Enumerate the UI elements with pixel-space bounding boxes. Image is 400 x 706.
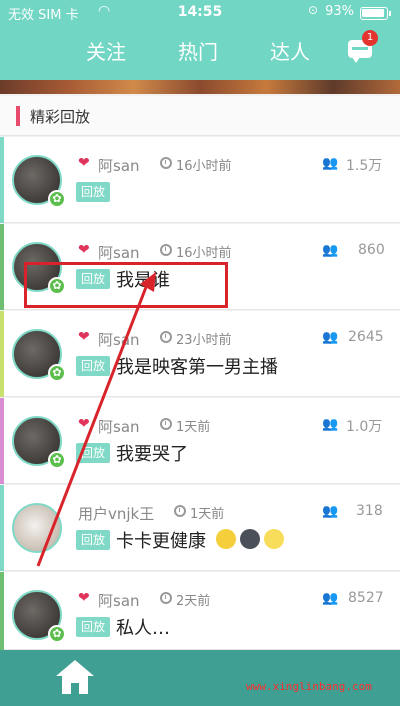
time-ago: 1天前 — [176, 420, 211, 435]
bottom-tab-bar — [0, 650, 400, 706]
star-badge-icon: ✿ — [48, 190, 66, 208]
section-marker — [16, 106, 20, 126]
home-icon[interactable] — [56, 660, 94, 696]
time-ago: 16小时前 — [176, 159, 232, 174]
star-badge-icon: ✿ — [48, 625, 66, 643]
star-badge-icon: ✿ — [48, 364, 66, 382]
clock-icon — [174, 505, 186, 517]
clock-icon — [160, 157, 172, 169]
clock-icon — [160, 244, 172, 256]
tab-experts[interactable]: 达人 — [270, 36, 310, 65]
banner-image[interactable] — [0, 80, 400, 94]
replay-row[interactable]: ✿ ❤ 阿san 2天前 👥 8527 回放 私人… — [0, 572, 400, 650]
people-icon: 👥 — [322, 243, 339, 258]
view-count: 860 — [358, 242, 385, 258]
lips-icon: ❤ — [78, 242, 90, 258]
replay-title[interactable]: 我是映客第一男主播 — [116, 353, 278, 379]
replay-tag: 回放 — [76, 356, 110, 376]
battery-icon — [360, 7, 391, 20]
people-icon: 👥 — [322, 591, 339, 606]
replay-title[interactable]: 卡卡更健康 — [116, 527, 206, 553]
row-stripe — [0, 137, 4, 223]
people-icon: 👥 — [322, 417, 339, 432]
message-badge: 1 — [362, 30, 378, 46]
clock-icon — [160, 331, 172, 343]
lips-icon: ❤ — [78, 590, 90, 606]
replay-row[interactable]: 用户vnjk王 1天前 👥 318 回放 卡卡更健康 — [0, 485, 400, 571]
view-count: 2645 — [348, 329, 384, 345]
view-count: 8527 — [348, 590, 384, 606]
replay-row[interactable]: ✿ ❤ 阿san 1天前 👥 1.0万 回放 我要哭了 — [0, 398, 400, 484]
row-stripe — [0, 311, 4, 397]
watermark-text: www.xinglinbang.com — [246, 680, 372, 693]
row-stripe — [0, 572, 4, 650]
clock-icon — [160, 418, 172, 430]
tab-hot[interactable]: 热门 — [178, 36, 218, 65]
lock-icon: ⊙ — [307, 3, 318, 17]
star-badge-icon: ✿ — [48, 451, 66, 469]
emoji-expressionless-icon — [216, 529, 236, 549]
section-title: 精彩回放 — [30, 108, 91, 126]
annotation-highlight-box — [24, 262, 228, 308]
replay-tag: 回放 — [76, 443, 110, 463]
avatar[interactable] — [12, 503, 62, 553]
lips-icon: ❤ — [78, 155, 90, 171]
replay-row[interactable]: ✿ ❤ 阿san 16小时前 👥 1.5万 回放 — [0, 137, 400, 223]
lips-icon: ❤ — [78, 329, 90, 345]
time-ago: 16小时前 — [176, 246, 232, 261]
row-stripe — [0, 398, 4, 484]
emoji-smile-icon — [264, 529, 284, 549]
battery-percent: 93% — [325, 4, 354, 19]
top-tabs: 关注 热门 达人 1 — [0, 30, 400, 72]
username[interactable]: 阿san — [98, 242, 140, 263]
replay-tag: 回放 — [76, 617, 110, 637]
view-count: 318 — [356, 503, 383, 519]
section-header: 精彩回放 — [0, 96, 400, 136]
top-bar: 无效 SIM 卡 ◠ 14:55 ⊙ 93% 关注 热门 达人 1 — [0, 0, 400, 80]
row-stripe — [0, 485, 4, 571]
view-count: 1.0万 — [346, 419, 383, 435]
username[interactable]: 阿san — [98, 416, 140, 437]
clock-icon — [160, 592, 172, 604]
people-icon: 👥 — [322, 330, 339, 345]
replay-row[interactable]: ✿ ❤ 阿san 23小时前 👥 2645 回放 我是映客第一男主播 — [0, 311, 400, 397]
view-count: 1.5万 — [346, 158, 383, 174]
people-icon: 👥 — [322, 504, 339, 519]
username[interactable]: 用户vnjk王 — [78, 503, 154, 524]
tab-follow[interactable]: 关注 — [86, 36, 126, 65]
people-icon: 👥 — [322, 156, 339, 171]
time-ago: 23小时前 — [176, 333, 232, 348]
replay-tag: 回放 — [76, 182, 110, 202]
time-ago: 1天前 — [190, 507, 225, 522]
lips-icon: ❤ — [78, 416, 90, 432]
username[interactable]: 阿san — [98, 329, 140, 350]
row-stripe — [0, 224, 4, 310]
emoji-dark-face-icon — [240, 529, 260, 549]
status-bar: 无效 SIM 卡 ◠ 14:55 ⊙ 93% — [0, 0, 400, 26]
replay-tag: 回放 — [76, 530, 110, 550]
replay-title[interactable]: 我要哭了 — [116, 440, 188, 466]
time-ago: 2天前 — [176, 594, 211, 609]
replay-title[interactable]: 私人… — [116, 614, 170, 640]
username[interactable]: 阿san — [98, 590, 140, 611]
username[interactable]: 阿san — [98, 155, 140, 176]
